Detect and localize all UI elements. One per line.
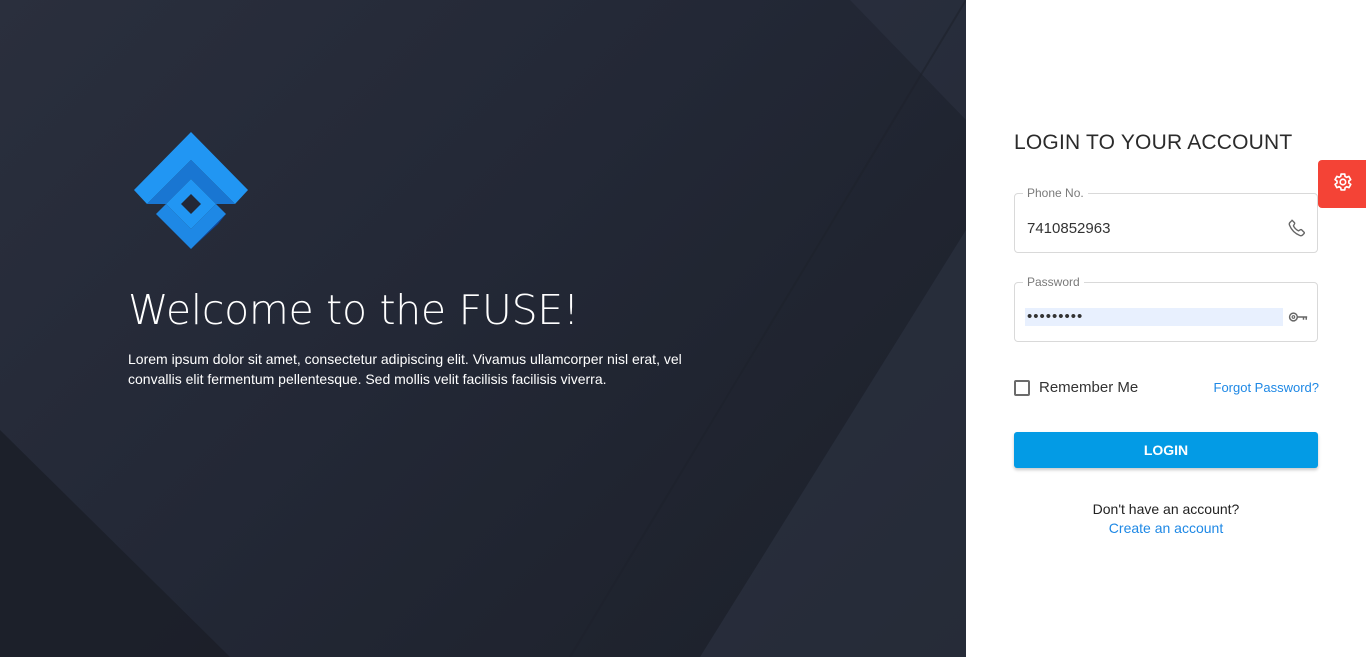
- login-panel: LOGIN TO YOUR ACCOUNT Phone No. 74108529…: [966, 0, 1366, 657]
- password-label: Password: [1023, 275, 1084, 289]
- password-field[interactable]: Password •••••••••: [1014, 275, 1318, 342]
- remember-label: Remember Me: [1039, 379, 1139, 396]
- login-button[interactable]: LOGIN: [1014, 432, 1318, 468]
- key-icon: [1286, 306, 1308, 328]
- remember-checkbox[interactable]: [1014, 379, 1030, 396]
- password-input[interactable]: •••••••••: [1025, 308, 1283, 326]
- phone-icon: [1286, 217, 1308, 239]
- fuse-logo-icon: [134, 132, 250, 250]
- settings-button[interactable]: [1318, 160, 1366, 208]
- create-account-link[interactable]: Create an account: [1109, 520, 1223, 536]
- phone-input[interactable]: 7410852963: [1027, 220, 1282, 238]
- intro-panel: Welcome to the FUSE! Lorem ipsum dolor s…: [0, 0, 966, 657]
- forgot-password-link[interactable]: Forgot Password?: [1214, 380, 1320, 395]
- remember-me[interactable]: Remember Me: [1014, 379, 1138, 396]
- signup-prompt: Don't have an account?: [1092, 501, 1240, 517]
- signup-section: Don't have an account? Create an account: [1014, 500, 1318, 538]
- login-heading: LOGIN TO YOUR ACCOUNT: [1014, 131, 1293, 154]
- gear-icon: [1331, 171, 1353, 198]
- welcome-title: Welcome to the FUSE!: [128, 286, 580, 334]
- phone-field[interactable]: Phone No. 7410852963: [1014, 186, 1318, 253]
- phone-label: Phone No.: [1023, 186, 1088, 200]
- welcome-description: Lorem ipsum dolor sit amet, consectetur …: [128, 351, 682, 387]
